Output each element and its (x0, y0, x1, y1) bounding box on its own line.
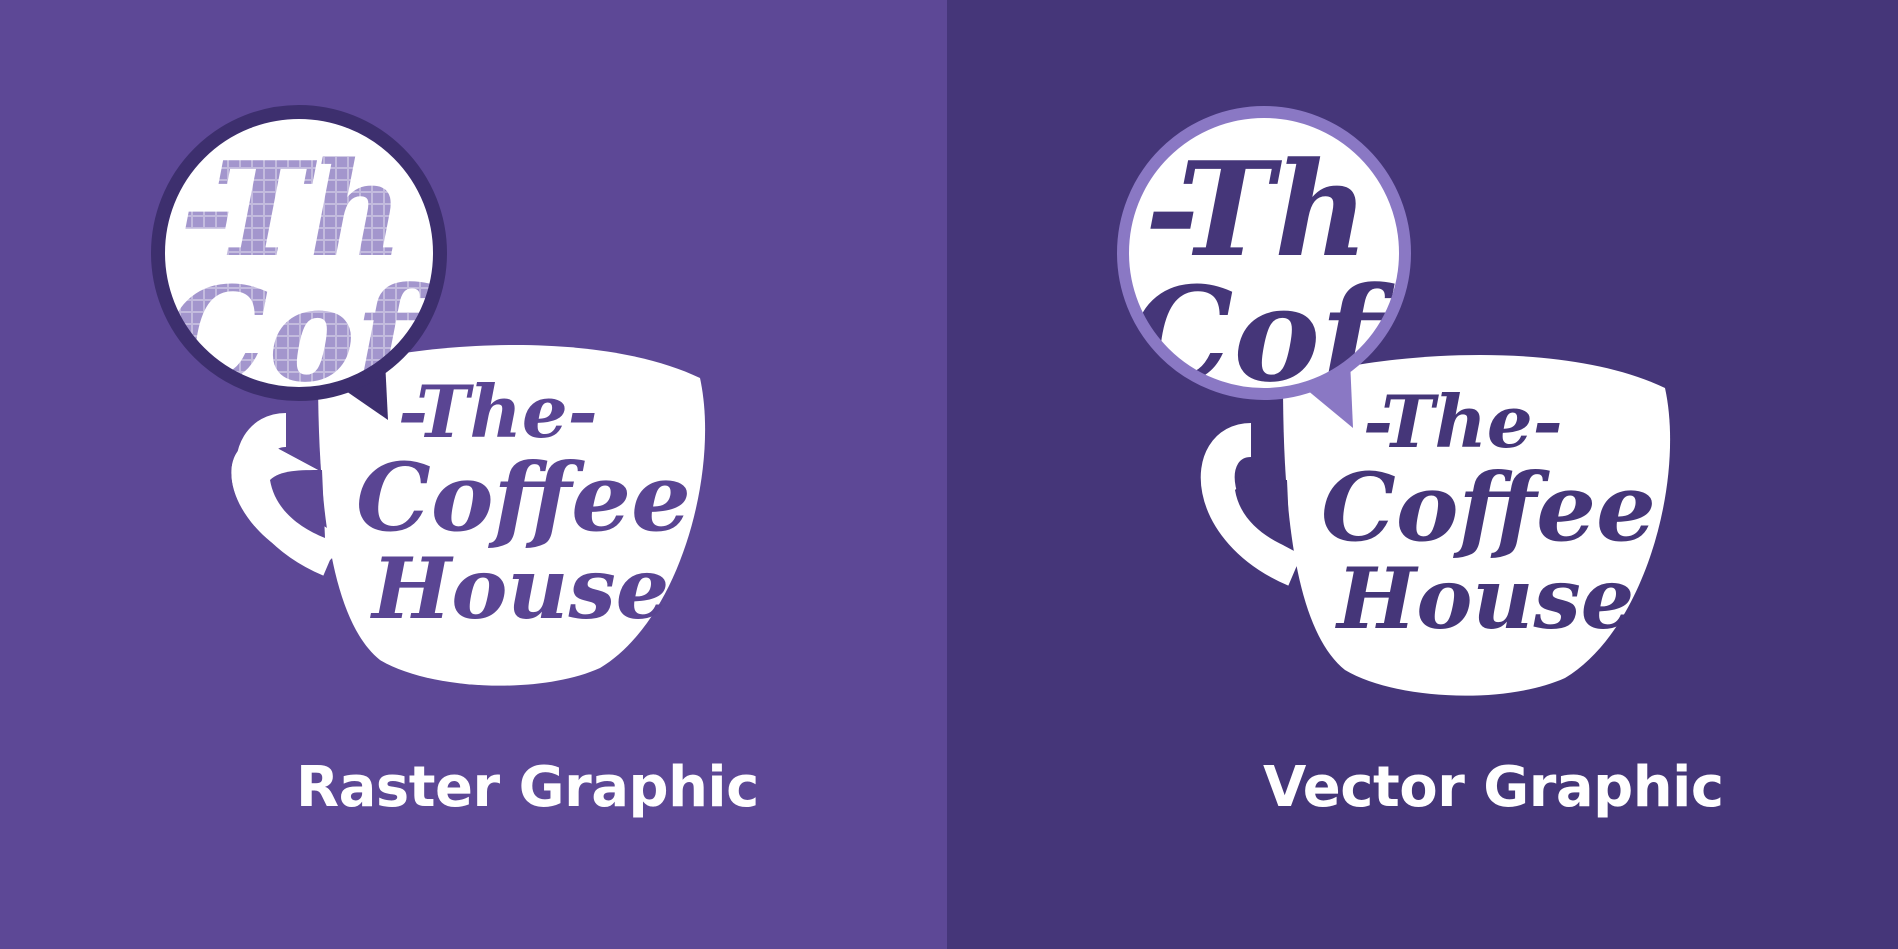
vector-caption: Vector Graphic (1263, 755, 1724, 820)
logo-line-coffee: Coffee (356, 443, 691, 553)
comparison-stage: -Th Coff -The- Coffee House Raster Graph… (0, 0, 1898, 949)
logo-line-coffee: Coffee (1321, 453, 1656, 563)
logo-line-the: -The- (398, 369, 598, 454)
vector-panel: -Th Coff -The- Coffee House Vector Graph… (947, 0, 1898, 949)
raster-panel: -Th Coff -The- Coffee House Raster Graph… (0, 0, 947, 949)
logo-line-house: House (1335, 549, 1634, 648)
raster-caption: Raster Graphic (296, 755, 759, 820)
logo-line-house: House (370, 539, 669, 638)
logo-line-the: -The- (1363, 379, 1563, 464)
